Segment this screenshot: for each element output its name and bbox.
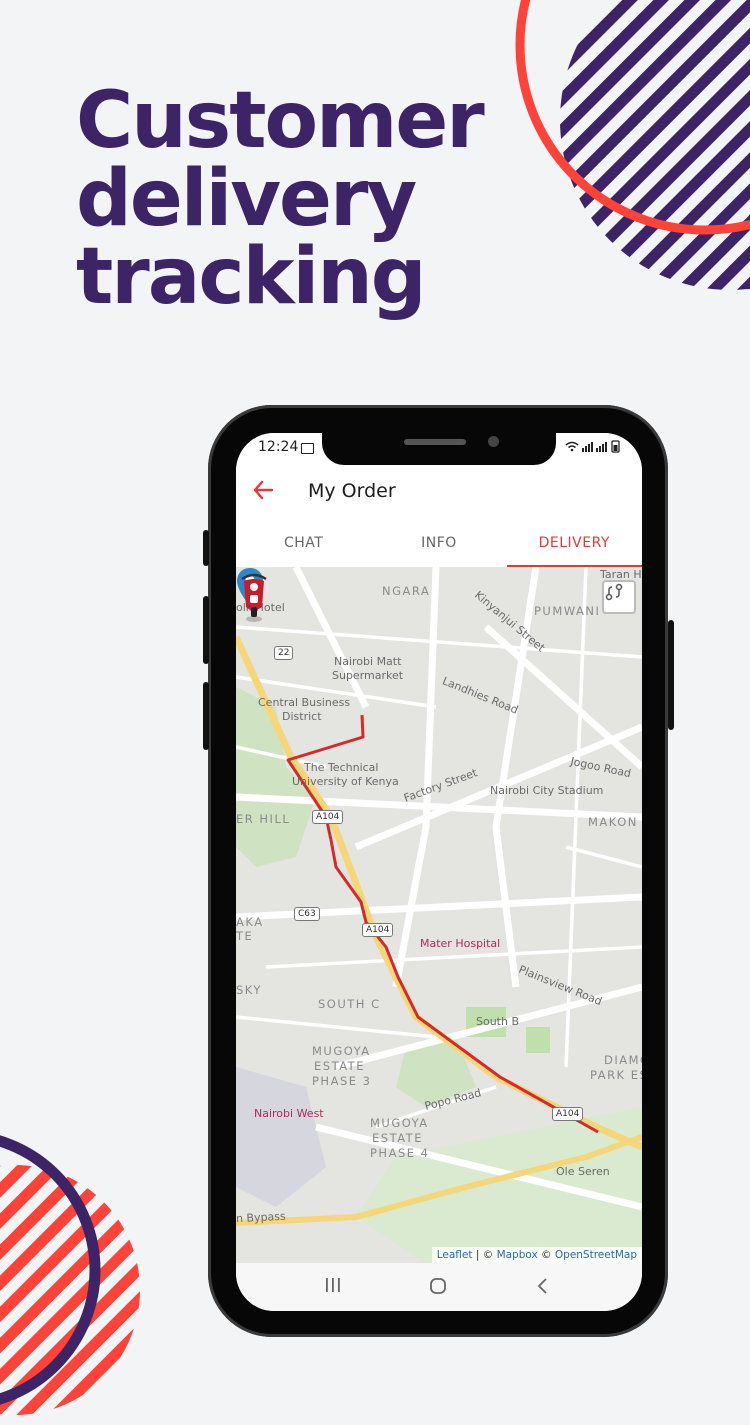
map-label-mugoya2-c: PHASE 4 (370, 1146, 430, 1160)
android-nav-bar (236, 1263, 642, 1311)
phone-screen: 12:24 My Order CHAT INFO DELIVERY NGARA … (236, 433, 642, 1311)
map-label-ngara: NGARA (382, 584, 431, 598)
road-badge-a104: A104 (312, 810, 344, 824)
map-label-pumwani: PUMWANI (534, 604, 601, 618)
map-label-oleseren: Ole Seren (556, 1165, 610, 1178)
headline-line-1: Customer (76, 76, 485, 166)
openstreetmap-link[interactable]: OpenStreetMap (555, 1249, 637, 1261)
gallery-notification-icon (301, 443, 314, 454)
road-badge-c63: C63 (294, 907, 320, 921)
route-layers-icon[interactable] (602, 580, 636, 614)
map-label-mugoya1-b: ESTATE (314, 1059, 365, 1073)
map-label-mater: Mater Hospital (420, 937, 501, 950)
map-label-mugoya1-a: MUGOYA (312, 1044, 371, 1058)
wifi-signal-battery-icon (565, 440, 620, 453)
road-badge-a104-3: A104 (552, 1107, 584, 1121)
order-tabs: CHAT INFO DELIVERY (236, 521, 642, 568)
map-label-bypass: n Bypass (236, 1209, 287, 1226)
camera-notch (322, 433, 556, 465)
map-label-tuk-2: University of Kenya (292, 775, 399, 788)
bixby-button (203, 682, 209, 750)
attribution-separator: | © (472, 1249, 497, 1261)
map-label-mugoya2-b: ESTATE (372, 1131, 423, 1145)
map-label-nbwest: Nairobi West (254, 1107, 324, 1120)
map-label-southb: South B (476, 1015, 520, 1028)
attribution-osm-prefix: © (537, 1249, 555, 1261)
system-status-icons (564, 439, 622, 456)
mapbox-link[interactable]: Mapbox (497, 1249, 538, 1261)
map-label-tuk-1: The Technical (304, 761, 379, 774)
app-bar: My Order (236, 465, 642, 521)
road-badge-22: 22 (274, 646, 294, 660)
map-attribution: Leaflet | © Mapbox © OpenStreetMap (431, 1247, 642, 1263)
headline-line-3: tracking (76, 232, 427, 322)
map-label-makon: MAKON (588, 815, 638, 829)
power-button (668, 620, 674, 730)
map-label-sky: SKY (236, 983, 262, 997)
home-icon[interactable] (429, 1277, 447, 1300)
map-label-aka: AKA (236, 915, 264, 929)
map-label-erhill: ER HILL (236, 812, 291, 826)
page-title: My Order (308, 480, 396, 502)
map-label-cbd-1: Central Business (258, 696, 351, 709)
tab-delivery[interactable]: DELIVERY (506, 521, 642, 567)
map-label-parkes: PARK ES (590, 1068, 642, 1082)
map-label-te: TE (236, 929, 254, 943)
status-time: 12:24 (258, 439, 299, 455)
road-badge-a104-2: A104 (362, 923, 394, 937)
front-camera (488, 436, 499, 447)
headline-line-2: delivery (76, 154, 417, 244)
recent-apps-icon[interactable] (324, 1277, 342, 1298)
delivery-scooter-icon[interactable] (236, 567, 272, 623)
earpiece-speaker (404, 439, 466, 445)
tab-info[interactable]: INFO (371, 521, 506, 567)
leaflet-link[interactable]: Leaflet (437, 1249, 473, 1261)
tab-chat[interactable]: CHAT (236, 521, 371, 567)
delivery-map[interactable]: NGARA PUMWANI Taran H olk Hotel Kinyanju… (236, 567, 642, 1263)
map-label-matt-1: Nairobi Matt (334, 655, 402, 668)
nav-back-icon[interactable] (536, 1277, 550, 1300)
map-label-matt-2: Supermarket (332, 669, 404, 682)
volume-up-button (203, 530, 209, 566)
page-headline: Customer delivery tracking (76, 76, 485, 322)
arrow-left-icon[interactable] (252, 479, 274, 505)
map-label-mugoya2-a: MUGOYA (370, 1116, 429, 1130)
map-label-diamo: DIAMO (604, 1053, 642, 1067)
volume-down-button (203, 596, 209, 664)
map-label-mugoya1-c: PHASE 3 (312, 1074, 372, 1088)
status-bar: 12:24 (236, 433, 642, 465)
map-label-southc: SOUTH C (318, 997, 381, 1011)
map-label-cbd-2: District (282, 710, 322, 723)
map-label-stadium: Nairobi City Stadium (490, 784, 604, 797)
